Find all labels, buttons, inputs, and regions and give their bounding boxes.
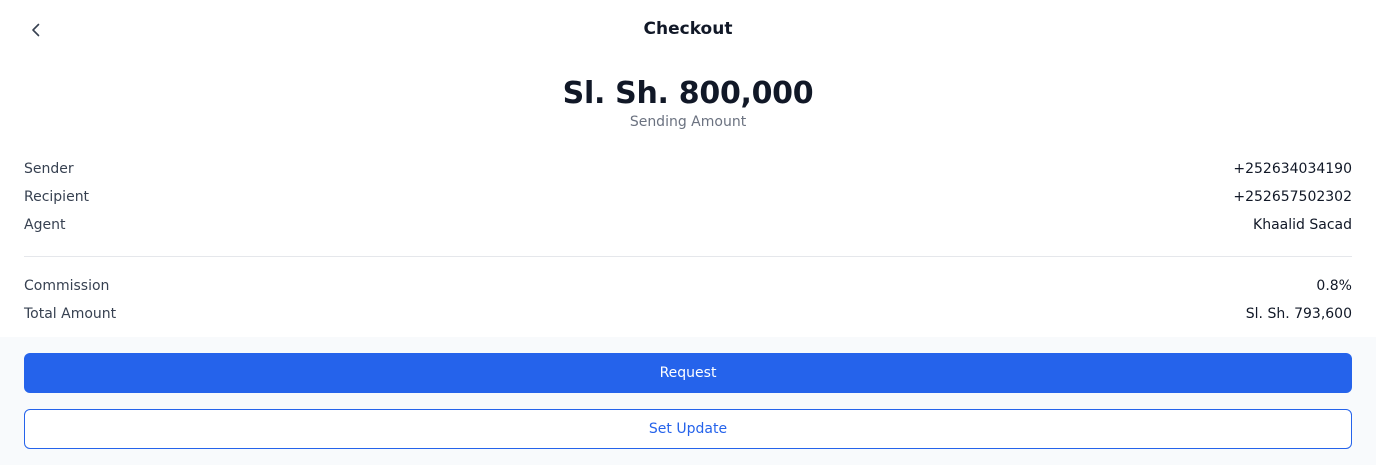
total-amount-row: Total Amount Sl. Sh. 793,600	[24, 300, 1352, 328]
page-title: Checkout	[643, 19, 733, 39]
amount-block: Sl. Sh. 800,000 Sending Amount	[0, 73, 1376, 129]
payment-summary: Commission 0.8% Total Amount Sl. Sh. 793…	[24, 272, 1352, 328]
sender-label: Sender	[24, 161, 74, 177]
transfer-details: Sender +252634034190 Recipient +25265750…	[24, 155, 1352, 239]
recipient-value: +252657502302	[1233, 189, 1352, 205]
sender-row: Sender +252634034190	[24, 155, 1352, 183]
divider	[24, 256, 1352, 257]
action-footer: Request Set Update	[0, 337, 1376, 465]
recipient-row: Recipient +252657502302	[24, 183, 1352, 211]
total-amount-label: Total Amount	[24, 306, 117, 322]
agent-value: Khaalid Sacad	[1253, 217, 1352, 233]
request-button[interactable]: Request	[24, 353, 1352, 393]
checkout-header: Checkout	[0, 0, 1376, 60]
total-amount-value: Sl. Sh. 793,600	[1245, 306, 1352, 322]
sending-amount-caption: Sending Amount	[629, 114, 747, 130]
commission-row: Commission 0.8%	[24, 272, 1352, 300]
commission-value: 0.8%	[1316, 278, 1352, 294]
agent-label: Agent	[24, 217, 66, 233]
sender-value: +252634034190	[1233, 161, 1352, 177]
set-update-button[interactable]: Set Update	[24, 409, 1352, 449]
recipient-label: Recipient	[24, 189, 90, 205]
sending-amount: Sl. Sh. 800,000	[562, 76, 814, 111]
commission-label: Commission	[24, 278, 110, 294]
agent-row: Agent Khaalid Sacad	[24, 211, 1352, 239]
